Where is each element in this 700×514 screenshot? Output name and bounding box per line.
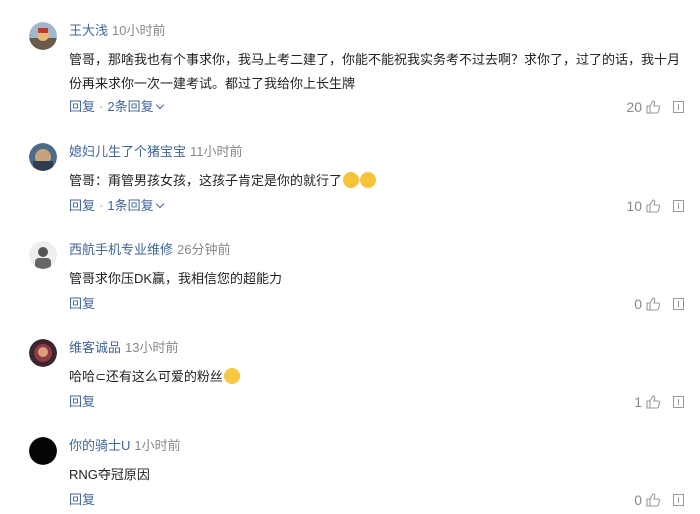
like-count: 20 bbox=[626, 99, 642, 115]
reply-button[interactable]: 回复 bbox=[69, 198, 95, 213]
comment-time: 1小时前 bbox=[134, 438, 181, 453]
user-avatar[interactable] bbox=[29, 22, 57, 50]
comment-text: 哈哈⊂还有这么可爱的粉丝 bbox=[69, 365, 681, 389]
comment-time: 26分钟前 bbox=[177, 242, 231, 257]
comment-time: 11小时前 bbox=[190, 144, 243, 159]
reply-button[interactable]: 回复 bbox=[69, 394, 95, 409]
reply-button[interactable]: 回复 bbox=[69, 492, 95, 507]
comment-author[interactable]: 王大浅 bbox=[69, 23, 108, 38]
reply-button[interactable]: 回复 bbox=[69, 296, 95, 311]
comment-text: RNG夺冠原因 bbox=[69, 467, 150, 482]
thinking-emoji-icon bbox=[343, 172, 360, 188]
user-avatar[interactable] bbox=[29, 241, 57, 269]
chevron-down-icon[interactable] bbox=[155, 199, 164, 209]
view-replies-link[interactable]: 2条回复 bbox=[107, 99, 153, 114]
thinking-emoji-icon bbox=[360, 172, 377, 188]
comment-author[interactable]: 西航手机专业维修 bbox=[69, 242, 173, 257]
report-icon[interactable] bbox=[673, 200, 684, 212]
like-icon[interactable] bbox=[645, 198, 661, 214]
report-icon[interactable] bbox=[673, 101, 684, 113]
laughing-emoji-icon bbox=[223, 368, 240, 384]
comment-text: 管哥求你压DK赢，我相信您的超能力 bbox=[69, 271, 283, 286]
separator: · bbox=[99, 99, 104, 114]
comment-author[interactable]: 媳妇儿生了个猪宝宝 bbox=[69, 144, 186, 159]
like-icon[interactable] bbox=[645, 394, 661, 410]
like-count: 10 bbox=[626, 198, 642, 214]
like-icon[interactable] bbox=[645, 296, 661, 312]
comment-author[interactable]: 你的骑士U bbox=[69, 438, 130, 453]
comment-author[interactable]: 维客诚品 bbox=[69, 340, 121, 355]
comment-text: 管哥，那啥我也有个事求你，我马上考二建了，你能不能祝我实务考不过去啊？求你了，过… bbox=[69, 52, 681, 91]
like-icon[interactable] bbox=[645, 99, 661, 115]
view-replies-link[interactable]: 1条回复 bbox=[107, 198, 153, 213]
user-avatar[interactable] bbox=[29, 339, 57, 367]
comment-time: 10小时前 bbox=[112, 23, 166, 38]
chevron-down-icon[interactable] bbox=[155, 100, 164, 110]
report-icon[interactable] bbox=[673, 494, 684, 506]
like-icon[interactable] bbox=[645, 492, 661, 508]
like-count: 1 bbox=[634, 394, 642, 410]
like-count: 0 bbox=[634, 492, 642, 508]
report-icon[interactable] bbox=[673, 396, 684, 408]
user-avatar[interactable] bbox=[29, 143, 57, 171]
like-count: 0 bbox=[634, 296, 642, 312]
user-avatar[interactable] bbox=[29, 437, 57, 465]
comment-time: 13小时前 bbox=[125, 340, 179, 355]
reply-button[interactable]: 回复 bbox=[69, 99, 95, 114]
comment-text: 管哥：甭管男孩女孩，这孩子肯定是你的就行了 bbox=[69, 169, 681, 193]
report-icon[interactable] bbox=[673, 298, 684, 310]
separator: · bbox=[99, 198, 104, 213]
